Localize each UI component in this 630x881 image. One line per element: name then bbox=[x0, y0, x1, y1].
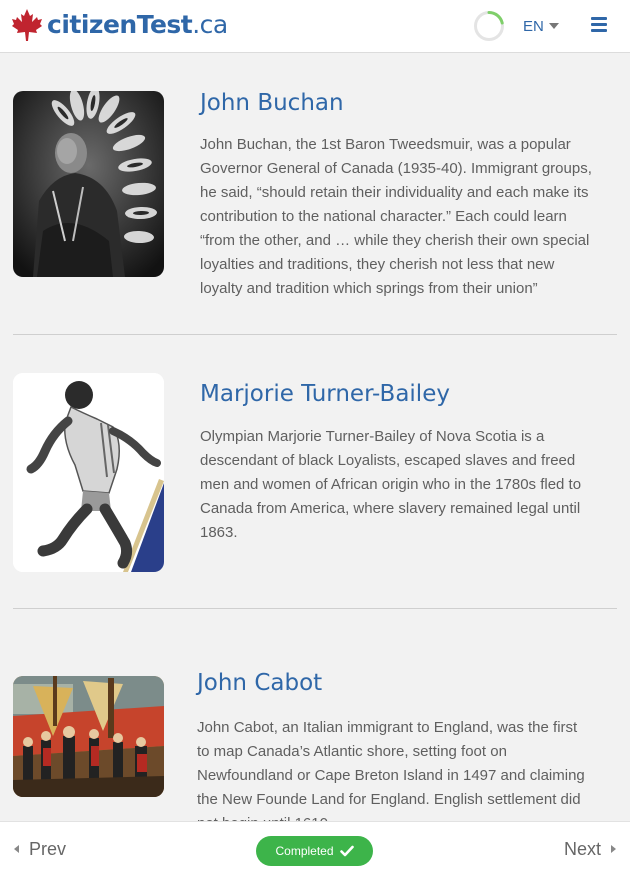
divider bbox=[13, 334, 617, 335]
progress-ring-icon bbox=[474, 10, 504, 41]
card-text: John Buchan, the 1st Baron Tweedsmuir, w… bbox=[200, 136, 592, 297]
hamburger-menu-icon[interactable] bbox=[588, 17, 610, 35]
top-header: citizenTest.ca EN bbox=[0, 0, 630, 53]
john-buchan-photo bbox=[13, 91, 164, 277]
site-logo[interactable]: citizenTest.ca bbox=[11, 7, 228, 43]
next-label: Next bbox=[563, 838, 601, 859]
maple-leaf-icon bbox=[12, 9, 42, 41]
language-selector[interactable]: EN bbox=[523, 14, 559, 38]
logo-main-text: citizenTest bbox=[47, 10, 193, 39]
logo-text: citizenTest.ca bbox=[47, 7, 228, 43]
bottom-nav: Prev Completed Next bbox=[0, 821, 630, 881]
card-title: John Buchan bbox=[200, 90, 344, 116]
card-text: John Cabot, an Italian immigrant to Engl… bbox=[197, 719, 585, 821]
logo-tld-text: .ca bbox=[192, 10, 228, 39]
completed-button[interactable]: Completed bbox=[256, 836, 373, 866]
language-label: EN bbox=[523, 17, 544, 35]
prev-label: Prev bbox=[29, 838, 67, 859]
caret-right-icon bbox=[611, 845, 616, 853]
prev-button[interactable]: Prev bbox=[14, 837, 66, 861]
completed-label: Completed bbox=[275, 844, 334, 858]
card-marjorie-turner-bailey: Marjorie Turner-Bailey Olympian Marjorie… bbox=[13, 373, 617, 573]
checkmark-icon bbox=[339, 845, 354, 857]
card-text: Olympian Marjorie Turner-Bailey of Nova … bbox=[200, 428, 582, 541]
marjorie-turner-bailey-photo bbox=[13, 373, 164, 572]
caret-down-icon bbox=[548, 23, 559, 29]
next-button[interactable]: Next bbox=[564, 837, 616, 861]
divider bbox=[13, 608, 617, 609]
card-title: Marjorie Turner-Bailey bbox=[200, 381, 450, 407]
content-scroll-area[interactable]: John Buchan John Buchan, the 1st Baron T… bbox=[0, 54, 630, 821]
card-john-buchan: John Buchan John Buchan, the 1st Baron T… bbox=[13, 90, 617, 301]
caret-left-icon bbox=[14, 845, 19, 853]
john-cabot-painting bbox=[13, 676, 164, 797]
card-title: John Cabot bbox=[197, 670, 323, 696]
card-john-cabot: John Cabot John Cabot, an Italian immigr… bbox=[13, 670, 617, 821]
